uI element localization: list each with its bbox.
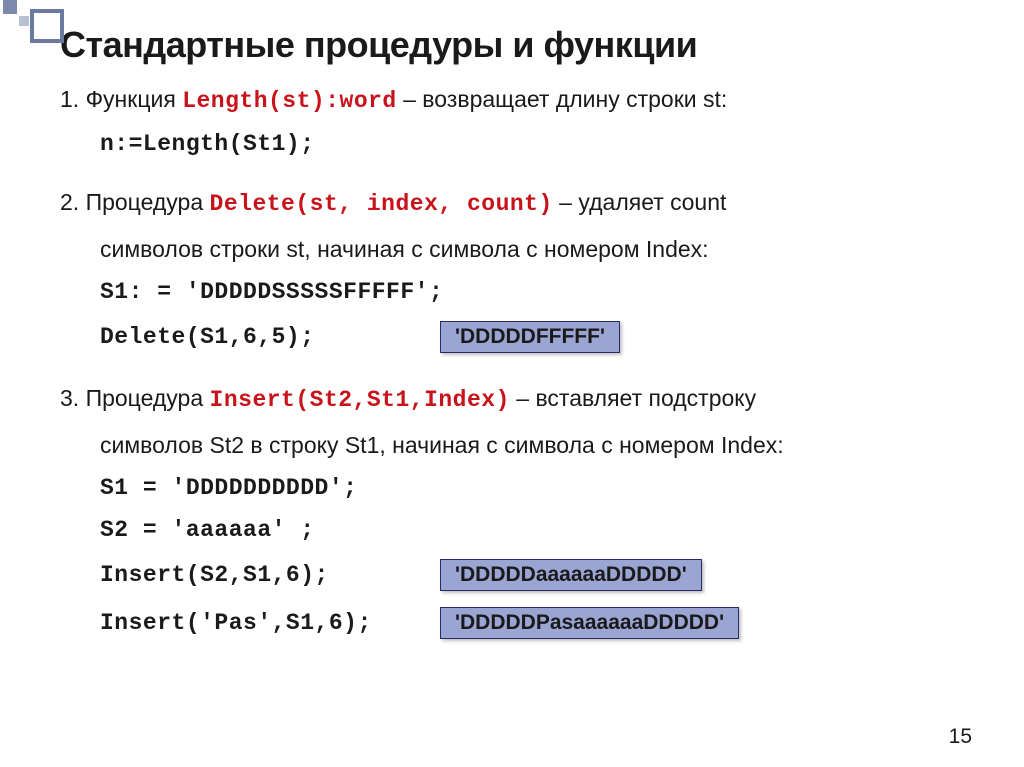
item-1-code: n:=Length(St1); [60, 131, 964, 157]
item-2-text: 2. Процедура Delete(st, index, count) – … [60, 187, 964, 220]
item-3-result-chip1: 'DDDDDaaaaaaDDDDD' [440, 559, 702, 591]
item-3-code3: Insert(S2,S1,6); [60, 562, 440, 588]
item-2-suffix: – удаляет count [553, 189, 727, 215]
slide-content: Стандартные процедуры и функции 1. Функц… [0, 0, 1024, 639]
item-2-code2: Delete(S1,6,5); [60, 324, 440, 350]
item-1-suffix: – возвращает длину строки st: [397, 86, 728, 112]
item-3-row1: Insert(S2,S1,6); 'DDDDDaaaaaaDDDDD' [60, 559, 964, 591]
item-3-result-chip2: 'DDDDDPasaaaaaaDDDDD' [440, 607, 739, 639]
item-2-code1: S1: = 'DDDDDSSSSSFFFFF'; [60, 279, 964, 305]
item-3-code2: S2 = 'aaaaaa' ; [60, 517, 964, 543]
item-3-code1: S1 = 'DDDDDDDDDD'; [60, 475, 964, 501]
item-3-code4: Insert('Pas',S1,6); [60, 610, 440, 636]
item-2-prefix: 2. Процедура [60, 189, 210, 215]
item-2-line2: символов строки st, начиная с символа с … [60, 234, 964, 265]
item-1-signature: Length(st):word [182, 88, 397, 114]
item-3-line2: символов St2 в строку St1, начиная с сим… [60, 430, 964, 461]
deco-square-outline [30, 9, 64, 43]
item-3-signature: Insert(St2,St1,Index) [210, 387, 510, 413]
deco-square-small [3, 0, 17, 14]
corner-decoration [0, 0, 200, 50]
item-2-row: Delete(S1,6,5); 'DDDDDFFFFF' [60, 321, 964, 353]
item-3-suffix: – вставляет подстроку [510, 385, 756, 411]
item-3-text: 3. Процедура Insert(St2,St1,Index) – вст… [60, 383, 964, 416]
page-number: 15 [949, 725, 972, 749]
item-1-prefix: 1. Функция [60, 86, 182, 112]
item-3-prefix: 3. Процедура [60, 385, 210, 411]
item-3-row2: Insert('Pas',S1,6); 'DDDDDPasaaaaaaDDDDD… [60, 607, 964, 639]
item-2-result-chip: 'DDDDDFFFFF' [440, 321, 620, 353]
deco-square-tiny [19, 16, 29, 26]
item-1-text: 1. Функция Length(st):word – возвращает … [60, 84, 964, 117]
item-2-signature: Delete(st, index, count) [210, 191, 553, 217]
